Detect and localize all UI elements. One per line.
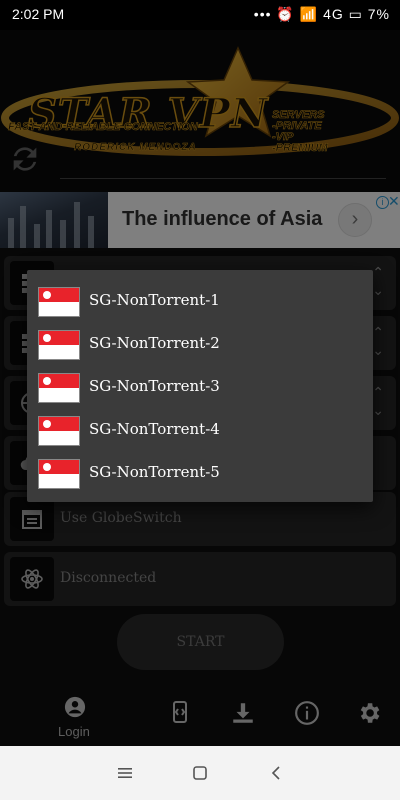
- server-option[interactable]: SG-NonTorrent-2: [27, 322, 373, 365]
- server-option-label: SG-NonTorrent-1: [89, 291, 220, 309]
- home-icon[interactable]: [193, 766, 207, 780]
- server-option[interactable]: SG-NonTorrent-5: [27, 451, 373, 494]
- singapore-flag-icon: [38, 459, 80, 489]
- battery-icon: ▭: [348, 6, 363, 22]
- singapore-flag-icon: [38, 416, 80, 446]
- back-icon[interactable]: [270, 766, 284, 780]
- alarm-icon: ⏰: [276, 6, 295, 22]
- status-icons: ••• ⏰ 📶 4G ▭ 7%: [254, 6, 390, 23]
- server-option[interactable]: SG-NonTorrent-4: [27, 408, 373, 451]
- network-4g-icon: 4G: [323, 6, 344, 22]
- menu-icon[interactable]: [118, 766, 132, 780]
- server-option-label: SG-NonTorrent-2: [89, 334, 220, 352]
- status-bar: 2:02 PM ••• ⏰ 📶 4G ▭ 7%: [0, 0, 400, 30]
- singapore-flag-icon: [38, 330, 80, 360]
- server-option-label: SG-NonTorrent-5: [89, 463, 220, 481]
- server-option[interactable]: SG-NonTorrent-1: [27, 279, 373, 322]
- signal-icon: 📶: [299, 6, 319, 22]
- battery-percent: 7%: [367, 6, 390, 22]
- server-option[interactable]: SG-NonTorrent-3: [27, 365, 373, 408]
- notification-dots-icon: •••: [253, 6, 272, 22]
- status-time: 2:02 PM: [12, 6, 65, 22]
- server-selection-dialog: SG-NonTorrent-1 SG-NonTorrent-2 SG-NonTo…: [27, 270, 373, 502]
- system-nav-bar: [0, 746, 400, 800]
- server-option-label: SG-NonTorrent-4: [89, 420, 220, 438]
- singapore-flag-icon: [38, 373, 80, 403]
- singapore-flag-icon: [38, 287, 80, 317]
- server-option-label: SG-NonTorrent-3: [89, 377, 220, 395]
